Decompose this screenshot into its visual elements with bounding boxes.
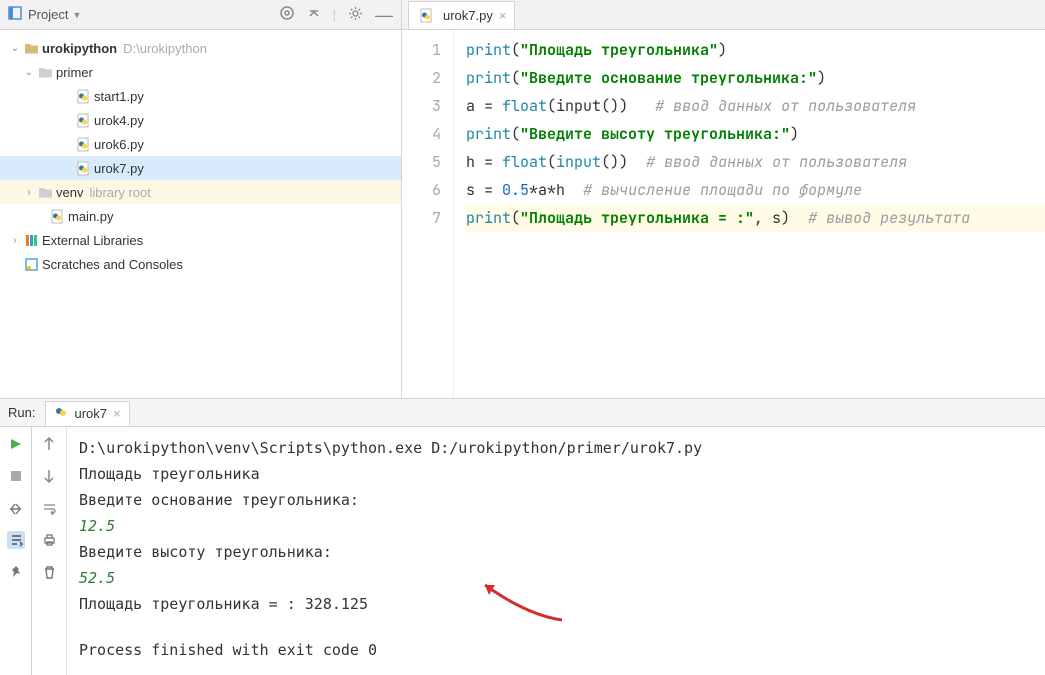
venv-label: venv	[56, 185, 83, 200]
output-line: Введите высоту треугольника:	[79, 539, 1033, 565]
tree-file-main[interactable]: main.py	[0, 204, 401, 228]
editor-tab-urok7[interactable]: urok7.py ×	[408, 1, 515, 29]
output-line: Площадь треугольника	[79, 461, 1033, 487]
wrap-icon[interactable]	[40, 499, 58, 517]
user-input: 12.5	[79, 513, 1033, 539]
tree-root[interactable]: ⌄ urokipython D:\urokipython	[0, 36, 401, 60]
gutter: 1234567	[402, 30, 454, 398]
close-icon[interactable]: ×	[113, 406, 121, 421]
folder-icon	[36, 64, 54, 80]
project-title[interactable]: Project ▼	[28, 7, 273, 22]
pin-icon[interactable]	[7, 563, 25, 581]
exit-message: Process finished with exit code 0	[79, 637, 1033, 663]
project-tool-icon	[8, 6, 22, 23]
tab-label: urok7.py	[443, 8, 493, 23]
tree-folder-venv[interactable]: › venv library root	[0, 180, 401, 204]
layout-icon[interactable]	[7, 499, 25, 517]
project-panel: Project ▼ | — ⌄ urokipython D:\urokipyth…	[0, 0, 402, 398]
run-toolbar-nav	[32, 427, 67, 675]
project-header: Project ▼ | —	[0, 0, 401, 30]
code-editor[interactable]: 1234567 print("Площадь треугольника") pr…	[402, 30, 1045, 398]
editor-panel: urok7.py × 1234567 print("Площадь треуго…	[402, 0, 1045, 398]
folder-icon	[36, 184, 54, 200]
python-file-icon	[74, 88, 92, 104]
dropdown-icon: ▼	[72, 10, 81, 20]
editor-tabs: urok7.py ×	[402, 0, 1045, 30]
run-header: Run: urok7 ×	[0, 399, 1045, 427]
run-tab[interactable]: urok7 ×	[45, 401, 129, 426]
tree-file-urok6[interactable]: urok6.py	[0, 132, 401, 156]
run-tab-label: urok7	[74, 406, 107, 421]
python-file-icon	[74, 160, 92, 176]
print-icon[interactable]	[40, 531, 58, 549]
tree-file-start1[interactable]: start1.py	[0, 84, 401, 108]
folder-icon	[22, 40, 40, 56]
close-icon[interactable]: ×	[499, 8, 507, 23]
expand-icon[interactable]	[307, 6, 321, 23]
run-label: Run:	[8, 405, 35, 420]
target-icon[interactable]	[279, 5, 295, 24]
python-file-icon	[74, 112, 92, 128]
project-tree: ⌄ urokipython D:\urokipython ⌄ primer st…	[0, 30, 401, 282]
tree-external-libraries[interactable]: › External Libraries	[0, 228, 401, 252]
code-lines: print("Площадь треугольника") print("Вве…	[454, 30, 1045, 398]
up-icon[interactable]	[40, 435, 58, 453]
chevron-right-icon[interactable]: ›	[8, 235, 22, 246]
tree-scratches[interactable]: › Scratches and Consoles	[0, 252, 401, 276]
run-panel: Run: urok7 × D:\urokipython\venv\Scripts…	[0, 399, 1045, 675]
divider: |	[333, 7, 336, 22]
python-file-icon	[417, 7, 435, 23]
minimize-icon[interactable]: —	[375, 11, 393, 19]
tree-file-urok7[interactable]: urok7.py	[0, 156, 401, 180]
python-file-icon	[48, 208, 66, 224]
down-icon[interactable]	[40, 467, 58, 485]
rerun-button[interactable]	[7, 435, 25, 453]
scroll-icon[interactable]	[7, 531, 25, 549]
trash-icon[interactable]	[40, 563, 58, 581]
libraries-icon	[22, 232, 40, 248]
folder-label: primer	[56, 65, 93, 80]
chevron-down-icon[interactable]: ⌄	[8, 43, 22, 54]
tree-folder-primer[interactable]: ⌄ primer	[0, 60, 401, 84]
root-path: D:\urokipython	[123, 41, 207, 56]
chevron-right-icon[interactable]: ›	[22, 187, 36, 198]
annotation-arrow	[477, 575, 567, 633]
output-line: Введите основание треугольника:	[79, 487, 1033, 513]
scratches-icon	[22, 256, 40, 272]
chevron-down-icon[interactable]: ⌄	[22, 67, 36, 78]
tree-file-urok4[interactable]: urok4.py	[0, 108, 401, 132]
python-icon	[54, 405, 68, 422]
root-name: urokipython	[42, 41, 117, 56]
venv-sub: library root	[89, 185, 150, 200]
console-output[interactable]: D:\urokipython\venv\Scripts\python.exe D…	[67, 427, 1045, 675]
command-line: D:\urokipython\venv\Scripts\python.exe D…	[79, 435, 1033, 461]
gear-icon[interactable]	[348, 6, 363, 24]
python-file-icon	[74, 136, 92, 152]
stop-button[interactable]	[7, 467, 25, 485]
run-toolbar-left	[0, 427, 32, 675]
